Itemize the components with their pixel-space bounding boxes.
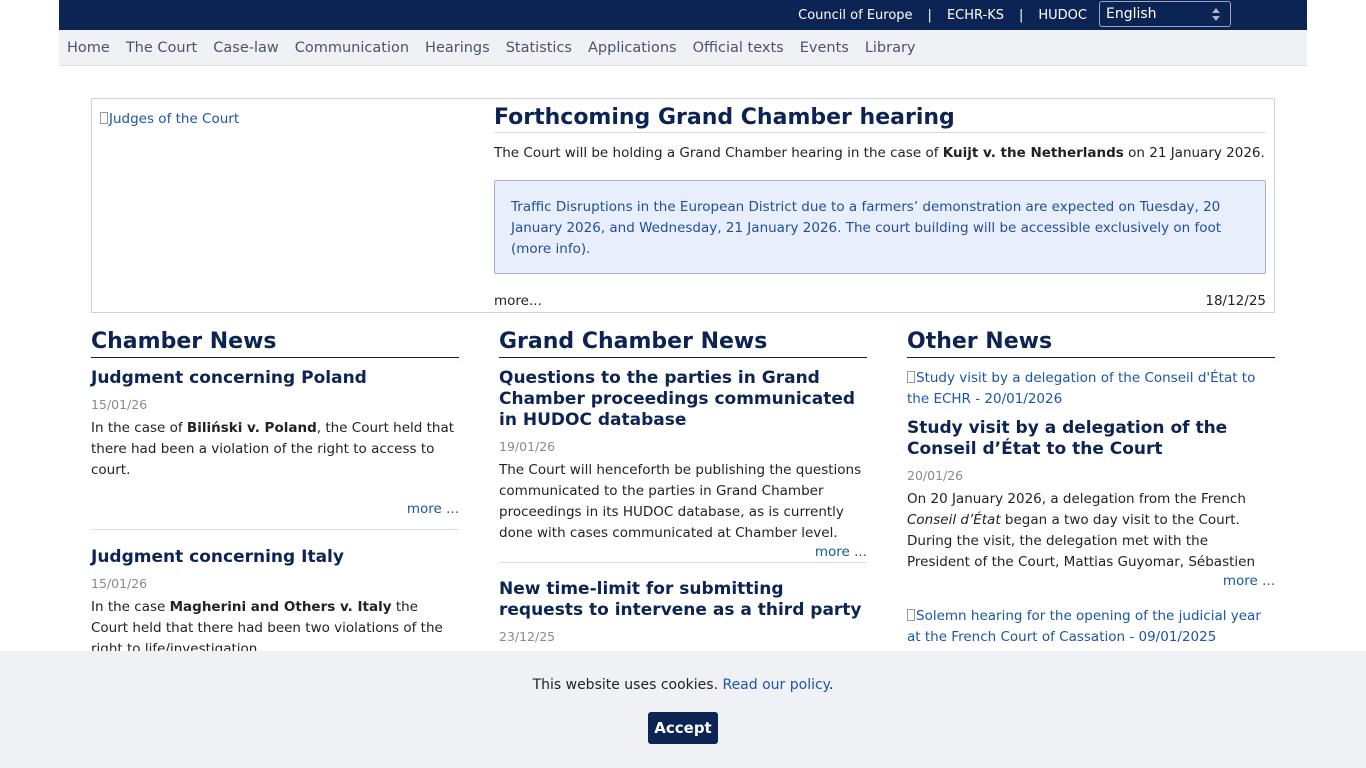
grand-chamber-news-heading[interactable]: Grand Chamber News	[499, 328, 867, 358]
other-news-heading[interactable]: Other News	[907, 328, 1275, 358]
broken-image-icon	[907, 371, 915, 383]
lead-case-name: Kuijt v. the Netherlands	[942, 145, 1124, 161]
chamber-article-1: Judgment concerning Poland 15/01/26 In t…	[91, 368, 459, 519]
select-arrows-icon	[1212, 7, 1220, 23]
article-date: 19/01/26	[499, 439, 556, 454]
article-date: 20/01/26	[907, 468, 964, 483]
article-title[interactable]: Judgment concerning Italy	[91, 547, 459, 568]
solemn-hearing-image-link[interactable]: Solemn hearing for the opening of the ju…	[907, 606, 1275, 648]
summary-text: In the case	[91, 599, 170, 615]
nav-library[interactable]: Library	[865, 40, 916, 56]
other-article-2: Solemn hearing for the opening of the ju…	[907, 606, 1275, 648]
traffic-notice[interactable]: Traffic Disruptions in the European Dist…	[494, 180, 1266, 274]
language-value: English	[1106, 6, 1157, 22]
summary-emphasis: Conseil d’État	[907, 512, 1001, 528]
lead-text: The Court will be holding a Grand Chambe…	[494, 145, 943, 161]
lead-text-end: on 21 January 2026.	[1123, 145, 1265, 161]
accept-cookies-button[interactable]: Accept	[648, 712, 718, 744]
grand-chamber-news-column: Grand Chamber News Questions to the part…	[499, 328, 867, 644]
summary-text: On 20 January 2026, a delegation from th…	[907, 491, 1246, 507]
article-date: 15/01/26	[91, 576, 148, 591]
hudoc-link[interactable]: HUDOC	[1038, 8, 1087, 23]
nav-home[interactable]: Home	[67, 40, 110, 56]
nav-events[interactable]: Events	[800, 40, 849, 56]
article-title[interactable]: New time-limit for submitting requests t…	[499, 579, 867, 621]
broken-image-icon	[907, 609, 915, 621]
case-name: Magherini and Others v. Italy	[169, 599, 392, 615]
nav-communication[interactable]: Communication	[295, 40, 409, 56]
article-date: 23/12/25	[499, 629, 556, 644]
study-visit-image-link[interactable]: Study visit by a delegation of the Conse…	[907, 368, 1275, 410]
top-links: Council of Europe | ECHR-KS | HUDOC	[798, 0, 1087, 30]
cookie-policy-link[interactable]: Read our policy	[722, 677, 829, 693]
chamber-news-column: Chamber News Judgment concerning Poland …	[91, 328, 459, 660]
main-nav: Home The Court Case-law Communication He…	[59, 30, 1307, 66]
nav-case-law[interactable]: Case-law	[213, 40, 279, 56]
nav-official-texts[interactable]: Official texts	[693, 40, 784, 56]
more-link[interactable]: more ...	[91, 501, 459, 519]
nav-statistics[interactable]: Statistics	[506, 40, 572, 56]
cookie-banner: This website uses cookies. Read our poli…	[0, 651, 1366, 768]
image-alt-text: Judges of the Court	[109, 111, 240, 127]
cookie-text: This website uses cookies.	[532, 677, 723, 693]
echr-ks-link[interactable]: ECHR-KS	[947, 8, 1004, 23]
case-name: Biliński v. Poland	[186, 420, 317, 436]
grand-article-2: New time-limit for submitting requests t…	[499, 562, 867, 644]
article-date: 15/01/26	[91, 397, 148, 412]
cookie-text-end: .	[828, 677, 834, 693]
chamber-article-2: Judgment concerning Italy 15/01/26 In th…	[91, 529, 459, 660]
article-summary: On 20 January 2026, a delegation from th…	[907, 489, 1275, 573]
featured-date: 18/12/25	[1205, 293, 1266, 309]
featured-lead: The Court will be holding a Grand Chambe…	[494, 145, 1266, 161]
article-title[interactable]: Questions to the parties in Grand Chambe…	[499, 368, 867, 431]
article-title[interactable]: Judgment concerning Poland	[91, 368, 459, 389]
featured-hearing: Judges of the Court Forthcoming Grand Ch…	[91, 98, 1275, 313]
language-select[interactable]: English	[1099, 1, 1231, 27]
more-link[interactable]: more ...	[499, 544, 867, 560]
more-link[interactable]: more ...	[907, 573, 1275, 589]
other-news-column: Other News Study visit by a delegation o…	[907, 328, 1275, 648]
nav-the-court[interactable]: The Court	[126, 40, 197, 56]
featured-more-link[interactable]: more...	[494, 293, 542, 309]
article-summary: The Court will henceforth be publishing …	[499, 462, 862, 541]
nav-hearings[interactable]: Hearings	[425, 40, 490, 56]
separator: |	[1018, 7, 1024, 23]
article-title[interactable]: Study visit by a delegation of the Conse…	[907, 418, 1275, 460]
cookie-message: This website uses cookies. Read our poli…	[0, 677, 1366, 693]
judges-image-link[interactable]: Judges of the Court	[100, 111, 239, 127]
nav-applications[interactable]: Applications	[588, 40, 677, 56]
council-of-europe-link[interactable]: Council of Europe	[798, 8, 912, 23]
featured-title[interactable]: Forthcoming Grand Chamber hearing	[494, 105, 1266, 133]
image-alt-text: Study visit by a delegation of the Conse…	[907, 370, 1256, 407]
article-summary: In the case of Biliński v. Poland, the C…	[91, 418, 459, 481]
chamber-news-heading[interactable]: Chamber News	[91, 328, 459, 358]
separator: |	[927, 7, 932, 23]
image-alt-text: Solemn hearing for the opening of the ju…	[907, 608, 1261, 645]
grand-article-1: Questions to the parties in Grand Chambe…	[499, 368, 867, 560]
other-article-1: Study visit by a delegation of the Conse…	[907, 368, 1275, 589]
broken-image-icon	[100, 112, 108, 124]
top-bar: Council of Europe | ECHR-KS | HUDOC Engl…	[59, 0, 1307, 30]
summary-text: In the case of	[91, 420, 187, 436]
